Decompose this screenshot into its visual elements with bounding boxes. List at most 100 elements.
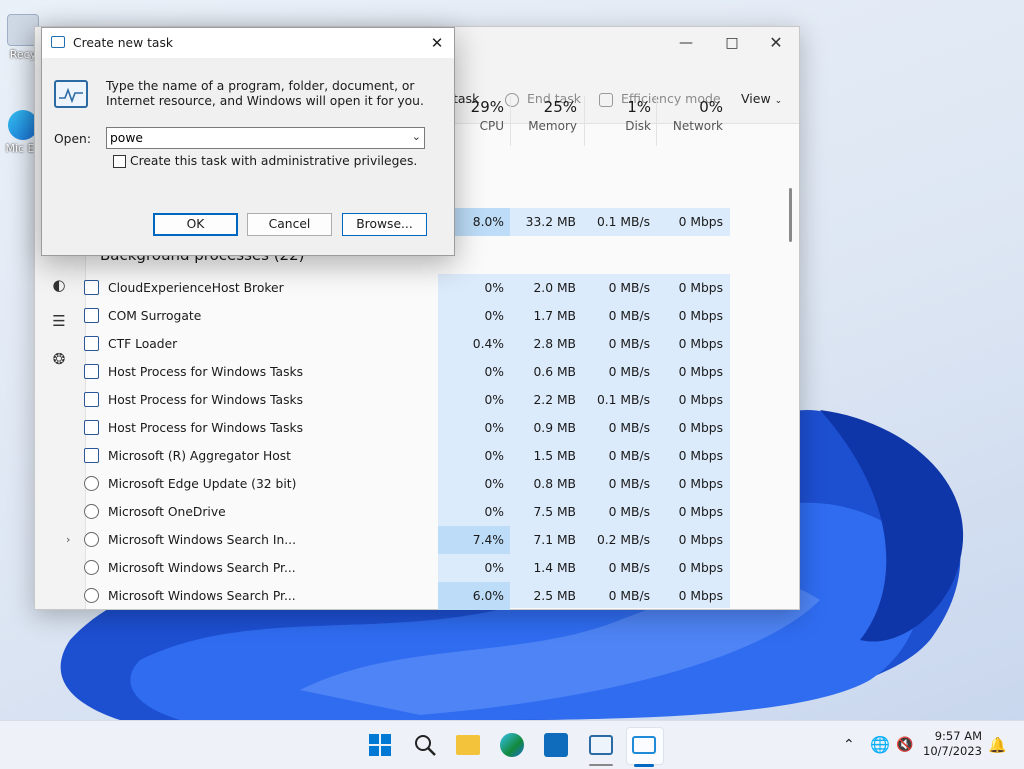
memory-value: 7.5 MB <box>533 505 576 519</box>
dialog-description: Type the name of a program, folder, docu… <box>106 79 424 108</box>
memory-value: 1.4 MB <box>533 561 576 575</box>
dialog-titlebar[interactable]: Create new task ✕ <box>42 28 454 58</box>
run-dialog-taskbar-icon[interactable] <box>632 736 656 754</box>
cpu-value: 0% <box>484 449 504 463</box>
network-value: 0 Mbps <box>678 281 723 295</box>
table-row[interactable]: Microsoft Edge Update (32 bit) 0% 0.8 MB 0 … <box>50 470 764 498</box>
process-name: CTF Loader <box>108 337 178 351</box>
memory-value: 0.6 MB <box>533 365 576 379</box>
table-row[interactable]: CloudExperienceHost Broker 0% 2.0 MB 0 MB/s… <box>50 274 764 302</box>
cancel-button[interactable]: Cancel <box>247 213 332 236</box>
start-windows-icon[interactable] <box>368 733 392 757</box>
task-manager-taskbar-icon[interactable] <box>589 735 613 755</box>
network-value: 0 Mbps <box>678 421 723 435</box>
network-percent: 0% <box>699 98 723 116</box>
chevron-down-icon[interactable]: ⌄ <box>412 130 421 143</box>
disk-value: 0 MB/s <box>608 505 650 519</box>
process-name: Microsoft Windows Search In... <box>108 533 296 547</box>
table-row[interactable]: Host Process for Windows Tasks 0% 0.6 MB 0 … <box>50 358 764 386</box>
magnifier-icon <box>415 735 436 756</box>
cpu-value: 0% <box>484 421 504 435</box>
cpu-value: 0.4% <box>472 337 504 351</box>
network-value: 0 Mbps <box>678 393 723 407</box>
memory-value: 1.5 MB <box>533 449 576 463</box>
process-icon <box>84 308 99 323</box>
table-row[interactable]: Microsoft Windows Search Pr... 0% 1.4 MB 0 … <box>50 554 764 582</box>
cpu-value: 7.4% <box>472 533 504 547</box>
disk-label: Disk <box>625 119 651 133</box>
clock[interactable]: 9:57 AM 10/7/2023 <box>923 729 982 759</box>
cpu-value: 0% <box>484 309 504 323</box>
disk-value: 0 MB/s <box>608 449 650 463</box>
cpu-value: 6.0% <box>472 589 504 603</box>
table-row[interactable]: COM Surrogate 0% 1.7 MB 0 MB/s 0 Mbps <box>50 302 764 330</box>
admin-privileges-label[interactable]: Create this task with administrative pri… <box>130 154 417 168</box>
process-icon <box>84 280 99 295</box>
cpu-value: 0% <box>484 365 504 379</box>
vertical-scrollbar[interactable] <box>789 188 792 242</box>
minimize-button[interactable]: — <box>663 27 709 59</box>
file-explorer-icon[interactable] <box>456 735 480 755</box>
volume-muted-icon[interactable]: 🔇 <box>896 721 913 769</box>
memory-value: 2.0 MB <box>533 281 576 295</box>
table-row[interactable]: Microsoft OneDrive 0% 7.5 MB 0 MB/s 0 Mbps <box>50 498 764 526</box>
desktop-icon-label: Recy <box>9 48 37 61</box>
dialog-close-button[interactable]: ✕ <box>420 28 454 58</box>
table-row[interactable]: Host Process for Windows Tasks 0% 0.9 MB 0 … <box>50 414 764 442</box>
disk-value: 0 MB/s <box>608 281 650 295</box>
show-hidden-icons-chevron-icon[interactable]: ⌃ <box>843 721 855 769</box>
pulse-line-icon <box>59 87 83 104</box>
table-row[interactable]: Microsoft (R) Aggregator Host 0% 1.5 MB 0 M… <box>50 442 764 470</box>
clock-date: 10/7/2023 <box>923 744 982 758</box>
table-row[interactable]: Host Process for Windows Tasks 0% 2.2 MB 0.… <box>50 386 764 414</box>
table-row[interactable]: CTF Loader 0.4% 2.8 MB 0 MB/s 0 Mbps <box>50 330 764 358</box>
view-dropdown[interactable]: View ⌄ <box>741 81 782 117</box>
network-value: 0 Mbps <box>678 365 723 379</box>
network-value: 0 Mbps <box>678 561 723 575</box>
cpu-value: 0% <box>484 393 504 407</box>
disk-percent: 1% <box>627 98 651 116</box>
taskbar: ⌃ 🌐 🔇 9:57 AM 10/7/2023 🔔 <box>0 720 1024 769</box>
table-row[interactable]: › Microsoft Windows Search In... 7.4% 7.1 M… <box>50 526 764 554</box>
close-button[interactable]: ✕ <box>753 27 799 59</box>
network-label: Network <box>672 119 723 133</box>
process-icon <box>84 560 99 575</box>
network-value: 0 Mbps <box>678 215 723 229</box>
process-name: Microsoft Windows Search Pr... <box>108 589 296 603</box>
dialog-title: Create new task <box>73 36 173 50</box>
maximize-button[interactable]: □ <box>709 27 755 59</box>
admin-privileges-checkbox[interactable] <box>113 155 126 168</box>
disk-value: 0.1 MB/s <box>596 393 650 407</box>
table-row[interactable]: Microsoft Windows Search Pr... 6.0% 2.5 MB… <box>50 582 764 610</box>
network-globe-icon[interactable]: 🌐 <box>870 721 890 769</box>
ok-button[interactable]: OK <box>153 213 238 236</box>
column-header-disk[interactable]: 1% Disk <box>586 98 651 144</box>
memory-value: 33.2 MB <box>525 215 576 229</box>
open-label: Open: <box>54 132 91 146</box>
browse-button[interactable]: Browse... <box>342 213 427 236</box>
memory-percent: 25% <box>543 98 577 116</box>
column-header-network[interactable]: 0% Network <box>658 98 723 144</box>
cpu-value: 0% <box>484 477 504 491</box>
active-indicator <box>634 764 654 767</box>
run-program-icon <box>54 80 88 108</box>
open-input[interactable] <box>110 129 400 147</box>
memory-value: 7.1 MB <box>533 533 576 547</box>
search-icon[interactable] <box>413 733 437 757</box>
process-name: Host Process for Windows Tasks <box>108 393 304 407</box>
chevron-right-icon[interactable]: › <box>66 526 70 554</box>
edge-browser-icon[interactable] <box>500 733 524 757</box>
memory-value: 2.2 MB <box>533 393 576 407</box>
create-new-task-dialog: Create new task ✕ Type the name of a pro… <box>41 27 455 256</box>
store-icon[interactable] <box>544 733 568 757</box>
notification-icon[interactable]: 🔔 <box>988 721 1007 769</box>
disk-value: 0 MB/s <box>608 337 650 351</box>
disk-value: 0 MB/s <box>608 421 650 435</box>
column-header-memory[interactable]: 25% Memory <box>512 98 577 144</box>
process-name: COM Surrogate <box>108 309 202 323</box>
open-combobox[interactable]: ⌄ <box>106 127 425 149</box>
process-icon <box>84 504 99 519</box>
clock-time: 9:57 AM <box>934 729 982 743</box>
chevron-down-icon: ⌄ <box>774 96 783 106</box>
memory-value: 0.8 MB <box>533 477 576 491</box>
